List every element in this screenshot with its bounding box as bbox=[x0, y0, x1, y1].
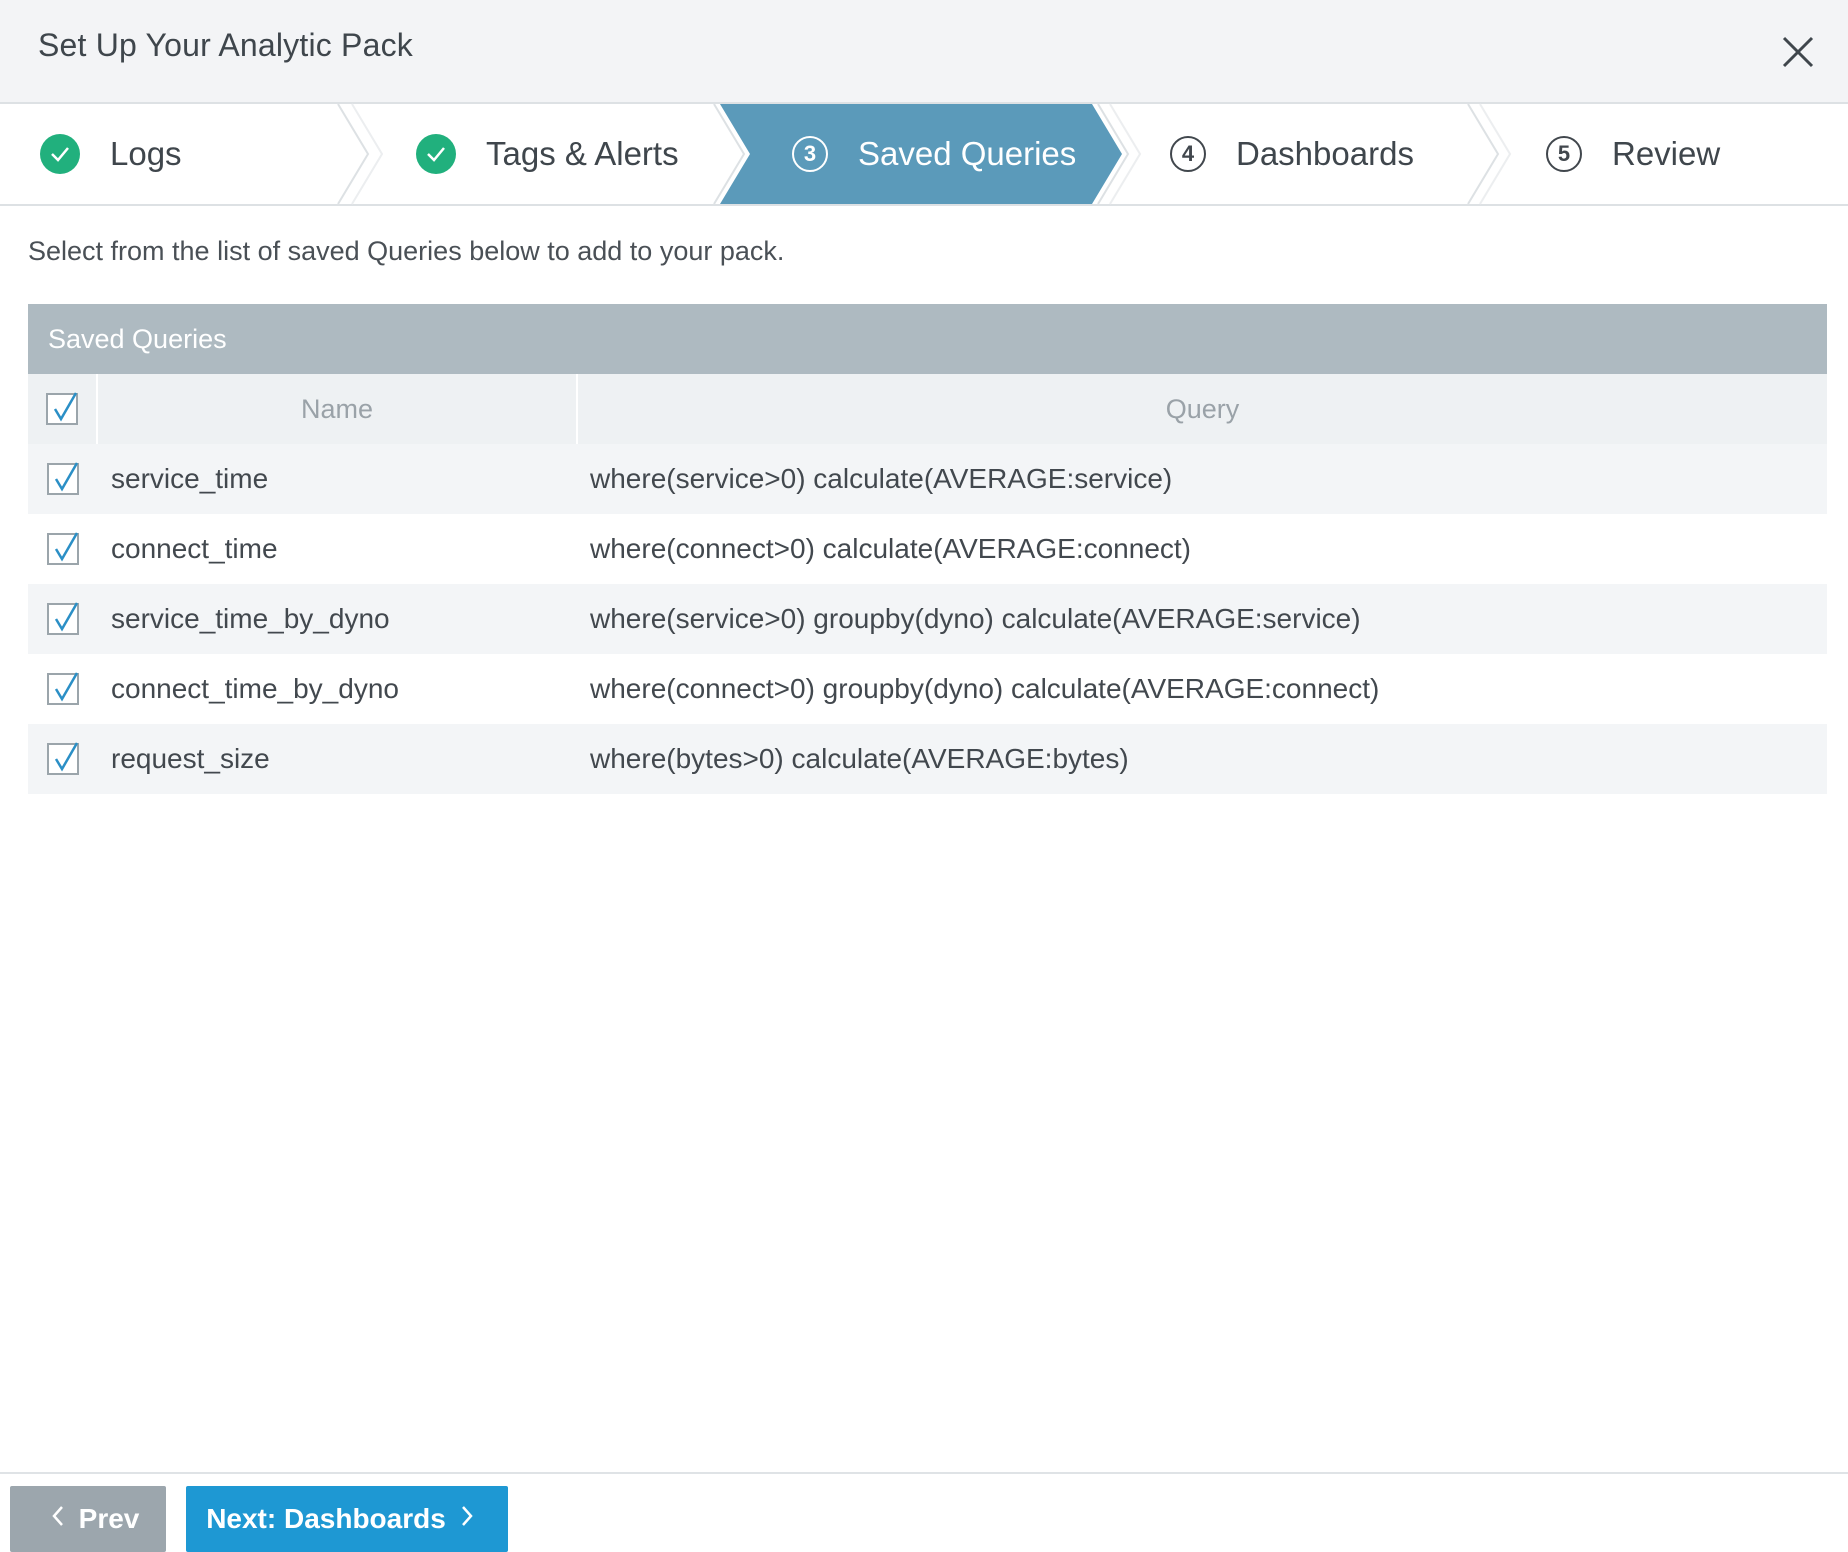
chevron-right-icon bbox=[460, 1503, 474, 1535]
step-label: Logs bbox=[110, 135, 182, 172]
next-button[interactable]: Next: Dashboards bbox=[186, 1486, 508, 1552]
step-review[interactable]: 5 Review bbox=[1546, 102, 1720, 206]
next-label: Next: Dashboards bbox=[206, 1503, 446, 1534]
row-checkbox[interactable] bbox=[47, 672, 79, 705]
table-header-row: Name Query bbox=[28, 374, 1827, 444]
query-text: where(connect>0) groupby(dyno) calculate… bbox=[590, 673, 1380, 704]
row-checkbox[interactable] bbox=[47, 532, 79, 565]
table-row[interactable]: service_time_by_dyno where(service>0) gr… bbox=[28, 584, 1827, 654]
table-title: Saved Queries bbox=[28, 304, 1827, 374]
step-label: Saved Queries bbox=[858, 135, 1077, 172]
column-header-name[interactable]: Name bbox=[98, 374, 578, 444]
intro-text: Select from the list of saved Queries be… bbox=[28, 236, 785, 266]
query-name: connect_time_by_dyno bbox=[111, 673, 399, 704]
query-text: where(service>0) calculate(AVERAGE:servi… bbox=[590, 463, 1173, 494]
query-name: request_size bbox=[111, 743, 270, 774]
table-row[interactable]: connect_time where(connect>0) calculate(… bbox=[28, 514, 1827, 584]
dialog-footer: Prev Next: Dashboards bbox=[0, 1472, 1848, 1552]
step-label: Review bbox=[1612, 135, 1721, 172]
step-label: Tags & Alerts bbox=[486, 135, 679, 172]
saved-queries-table: Saved Queries Name Query service_time wh… bbox=[28, 304, 1827, 794]
step-number: 5 bbox=[1546, 136, 1582, 172]
query-name: connect_time bbox=[111, 533, 278, 564]
step-dashboards[interactable]: 4 Dashboards bbox=[1170, 102, 1414, 206]
step-number: 4 bbox=[1170, 136, 1206, 172]
prev-label: Prev bbox=[78, 1503, 140, 1534]
wizard-steps: Logs Tags & Alerts 3 Saved Queries 4 Das… bbox=[0, 102, 1848, 206]
dialog-title: Set Up Your Analytic Pack bbox=[38, 27, 413, 63]
table-row[interactable]: service_time where(service>0) calculate(… bbox=[28, 444, 1827, 514]
column-header-query[interactable]: Query bbox=[578, 374, 1827, 444]
step-logs[interactable]: Logs bbox=[40, 102, 182, 206]
close-icon[interactable] bbox=[1778, 32, 1818, 72]
table-row[interactable]: request_size where(bytes>0) calculate(AV… bbox=[28, 724, 1827, 794]
checkmark-icon bbox=[40, 134, 80, 174]
dialog-header: Set Up Your Analytic Pack bbox=[0, 0, 1848, 102]
query-name: service_time bbox=[111, 463, 269, 494]
row-checkbox[interactable] bbox=[47, 742, 79, 775]
row-checkbox[interactable] bbox=[47, 602, 79, 635]
select-all-checkbox[interactable] bbox=[46, 392, 78, 425]
query-text: where(service>0) groupby(dyno) calculate… bbox=[590, 603, 1361, 634]
checkmark-icon bbox=[416, 134, 456, 174]
prev-button[interactable]: Prev bbox=[10, 1486, 166, 1552]
step-label: Dashboards bbox=[1236, 135, 1414, 172]
step-tags-alerts[interactable]: Tags & Alerts bbox=[416, 102, 679, 206]
row-checkbox[interactable] bbox=[47, 462, 79, 495]
query-text: where(connect>0) calculate(AVERAGE:conne… bbox=[590, 533, 1191, 564]
step-saved-queries[interactable]: 3 Saved Queries bbox=[792, 102, 1076, 206]
query-text: where(bytes>0) calculate(AVERAGE:bytes) bbox=[590, 743, 1129, 774]
chevron-left-icon bbox=[51, 1503, 65, 1535]
step-number: 3 bbox=[792, 136, 828, 172]
query-name: service_time_by_dyno bbox=[111, 603, 390, 634]
table-row[interactable]: connect_time_by_dyno where(connect>0) gr… bbox=[28, 654, 1827, 724]
